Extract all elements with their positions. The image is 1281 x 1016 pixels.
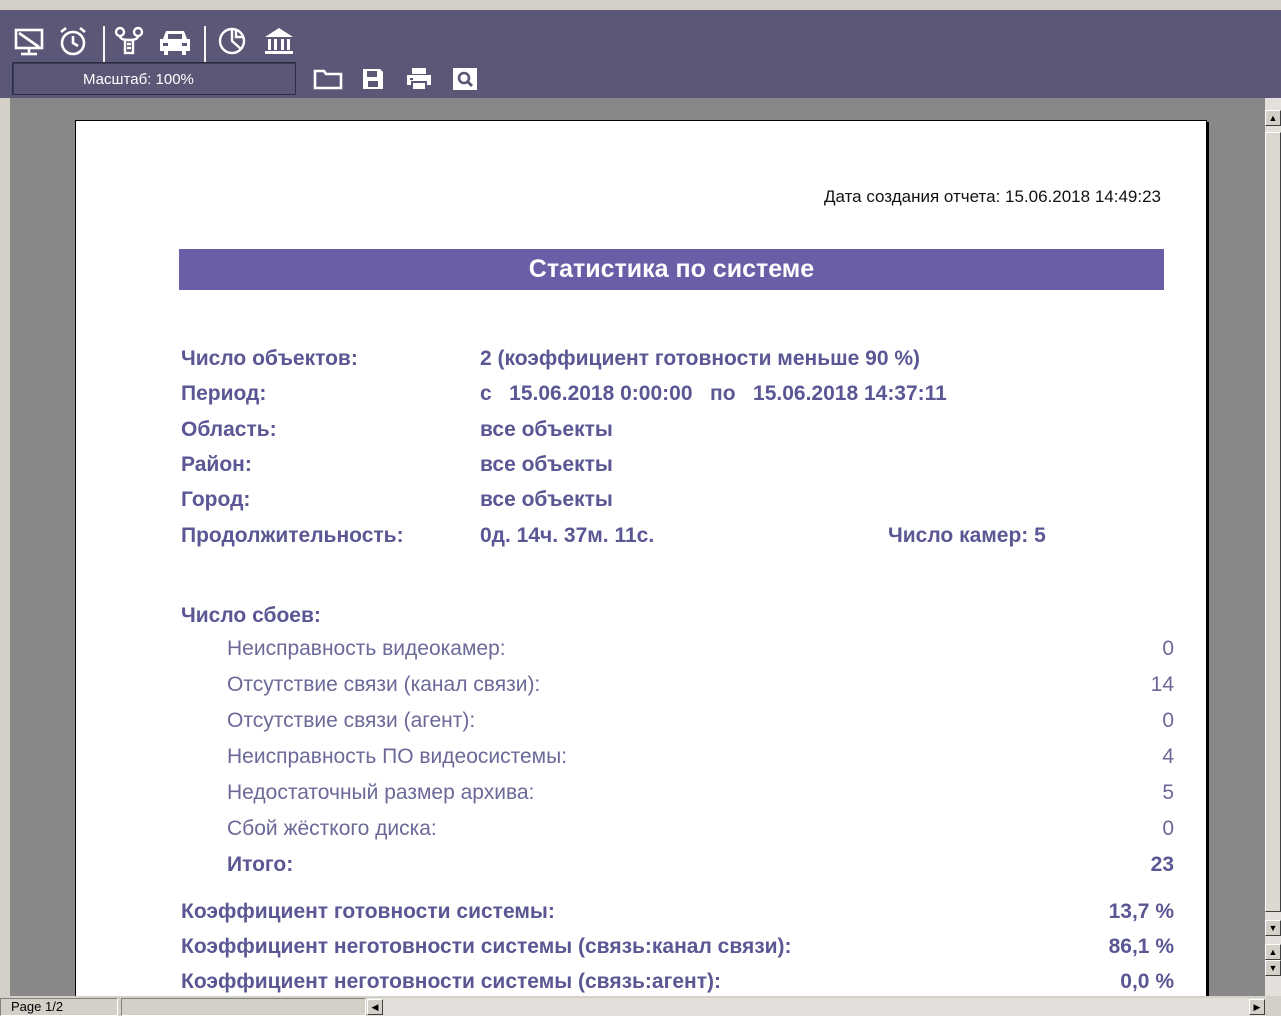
failure-label: Неисправность видеокамер: <box>227 637 506 660</box>
alarm-clock-icon[interactable] <box>56 24 90 58</box>
vertical-scrollbar[interactable]: ▲ ▼ ▲ ▼ <box>1265 98 1281 996</box>
scroll-right-button[interactable]: ▶ <box>1249 999 1265 1015</box>
page-indicator: Page 1/2 <box>0 998 118 1016</box>
failures-title: Число сбоев: <box>181 604 321 627</box>
pie-chart-icon[interactable] <box>215 24 249 58</box>
total-value: 23 <box>1150 853 1174 876</box>
info-label: Период: <box>181 382 267 405</box>
folder-icon[interactable] <box>311 66 345 92</box>
coefficient-label: Коэффициент неготовности системы (связь:… <box>181 970 721 993</box>
network-icon[interactable] <box>112 24 146 58</box>
camera-count: Число камер: 5 <box>888 524 1046 547</box>
failure-value: 0 <box>1162 817 1174 840</box>
monitor-icon[interactable] <box>12 26 46 58</box>
info-label: Число объектов: <box>181 347 358 370</box>
scroll-left-button[interactable]: ◀ <box>367 999 383 1015</box>
status-panel <box>121 998 366 1016</box>
info-value: 2 (коэффициент готовности меньше 90 %) <box>480 347 920 370</box>
failure-label: Недостаточный размер архива: <box>227 781 535 804</box>
preview-icon[interactable] <box>451 66 479 92</box>
failure-value: 4 <box>1162 745 1174 768</box>
info-value: 0д. 14ч. 37м. 11с. <box>480 524 655 547</box>
zoom-scale-label: Масштаб: 100% <box>83 71 194 88</box>
coefficient-label: Коэффициент неготовности системы (связь:… <box>181 935 792 958</box>
total-label: Итого: <box>227 853 294 876</box>
page-down-button[interactable]: ▼ <box>1265 960 1281 976</box>
failure-label: Отсутствие связи (канал связи): <box>227 673 541 696</box>
coefficient-label: Коэффициент готовности системы: <box>181 900 555 923</box>
info-value: с 15.06.2018 0:00:00 по 15.06.2018 14:37… <box>480 382 947 405</box>
info-label: Город: <box>181 488 251 511</box>
bank-icon[interactable] <box>261 24 297 58</box>
info-label: Продолжительность: <box>181 524 404 547</box>
horizontal-scrollbar[interactable]: ◀ ▶ <box>367 998 1265 1016</box>
info-value: все объекты <box>480 488 613 511</box>
info-value: все объекты <box>480 418 613 441</box>
failure-value: 5 <box>1162 781 1174 804</box>
failure-label: Отсутствие связи (агент): <box>227 709 476 732</box>
info-value: все объекты <box>480 453 613 476</box>
car-icon[interactable] <box>157 26 193 58</box>
info-label: Область: <box>181 418 277 441</box>
scroll-up-button[interactable]: ▲ <box>1265 110 1281 126</box>
toolbar: Масштаб: 100% <box>0 10 1281 98</box>
coefficient-value: 86,1 % <box>1108 935 1174 958</box>
failure-value: 0 <box>1162 637 1174 660</box>
failure-label: Неисправность ПО видеосистемы: <box>227 745 568 768</box>
scroll-thumb[interactable] <box>1265 132 1281 912</box>
report-preview-area[interactable]: Дата создания отчета: 15.06.2018 14:49:2… <box>10 98 1265 996</box>
status-bar: Page 1/2 ◀ ▶ <box>0 996 1281 1016</box>
failure-value: 14 <box>1150 673 1174 696</box>
page-up-button[interactable]: ▲ <box>1265 944 1281 960</box>
print-icon[interactable] <box>404 65 434 93</box>
report-date: Дата создания отчета: 15.06.2018 14:49:2… <box>823 187 1161 206</box>
failure-value: 0 <box>1162 709 1174 732</box>
report-title: Статистика по системе <box>179 249 1164 290</box>
coefficient-value: 13,7 % <box>1108 900 1174 923</box>
failure-label: Сбой жёсткого диска: <box>227 817 437 840</box>
report-page: Дата создания отчета: 15.06.2018 14:49:2… <box>75 120 1207 996</box>
zoom-scale-field[interactable]: Масштаб: 100% <box>12 62 296 95</box>
coefficient-value: 0,0 % <box>1120 970 1174 993</box>
scroll-down-button[interactable]: ▼ <box>1265 920 1281 936</box>
save-icon[interactable] <box>359 65 387 93</box>
report-viewer-window: Масштаб: 100% Дата создания отчета: 15.0… <box>0 0 1281 1016</box>
info-label: Район: <box>181 453 252 476</box>
